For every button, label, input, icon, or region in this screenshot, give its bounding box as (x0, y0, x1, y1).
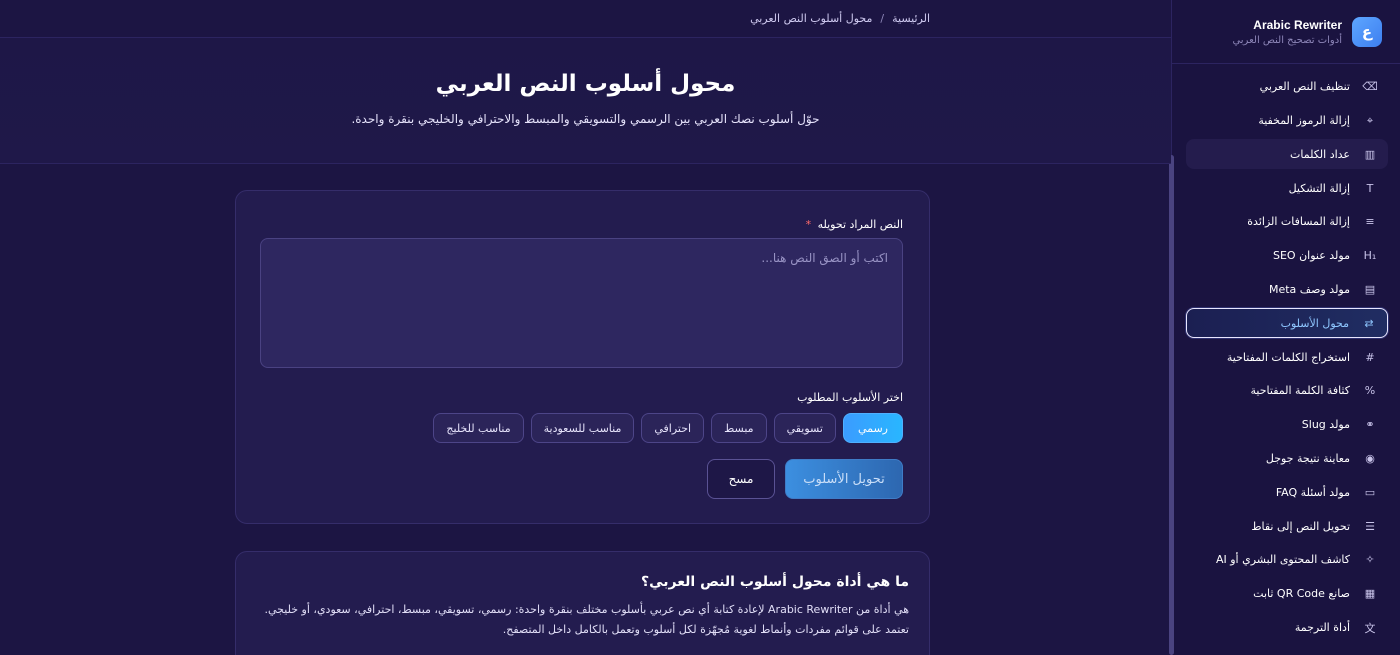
info-card: ما هي أداة محول أسلوب النص العربي؟ هي أد… (235, 551, 930, 655)
type-icon: T (1366, 181, 1374, 195)
style-option-3[interactable]: مبسط (711, 413, 767, 443)
scan-icon: ⌖ (1366, 113, 1374, 127)
sidebar-item-label: كاشف المحتوى البشري أو AI (1215, 553, 1350, 567)
sidebar-item-17[interactable]: 文 أداة الترجمة (1186, 613, 1388, 643)
lines-icon: ≡ (1365, 215, 1375, 229)
sidebar-item-label: أداة الترجمة (1294, 621, 1350, 635)
text-field-label: النص المراد تحويله * (806, 218, 903, 231)
brand-subtitle: أدوات تصحيح النص العربي (1232, 34, 1342, 46)
heading-icon: H₁ (1363, 249, 1377, 263)
brand-name: Arabic Rewriter (1253, 17, 1342, 32)
eye-icon: ◉ (1365, 452, 1375, 466)
sidebar-item-label: إزالة التشكيل (1288, 181, 1350, 195)
percent-icon: % (1364, 384, 1376, 398)
sidebar-item-2[interactable]: ⌖ إزالة الرموز المخفية (1186, 106, 1388, 136)
breadcrumb: الرئيسية / محول أسلوب النص العربي (0, 0, 1171, 38)
sidebar-item-7[interactable]: ▤ مولد وصف Meta (1186, 275, 1388, 305)
breadcrumb-separator: / (880, 12, 885, 25)
sidebar-nav: ⌫ تنظيف النص العربي ⌖ إزالة الرموز المخفية ▥… (1172, 64, 1400, 643)
sidebar-item-label: تحويل النص إلى نقاط (1251, 519, 1350, 533)
sidebar: ع Arabic Rewriter أدوات تصحيح النص العرب… (1171, 0, 1400, 655)
sidebar-item-13[interactable]: ▭ مولد أسئلة FAQ (1186, 477, 1388, 507)
sidebar-item-9[interactable]: # استخراج الكلمات المفتاحية (1186, 342, 1388, 372)
sidebar-item-11[interactable]: ⚭ مولد Slug (1186, 410, 1388, 440)
style-option-2[interactable]: تسويقي (773, 413, 836, 443)
clear-button[interactable]: مسح (707, 459, 775, 499)
style-options: رسمي تسويقي مبسط احترافي مناسب للسعودية مناسب… (433, 413, 903, 443)
page-hero: محول أسلوب النص العربي حوّل أسلوب نصك ال… (0, 38, 1171, 164)
sidebar-item-5[interactable]: ≡ إزالة المسافات الزائدة (1186, 207, 1388, 237)
breadcrumb-home-link[interactable]: الرئيسية (892, 12, 930, 25)
style-option-6[interactable]: مناسب للخليج (433, 413, 524, 443)
message-icon: ▭ (1364, 485, 1376, 499)
sidebar-item-14[interactable]: ☰ تحويل النص إلى نقاط (1186, 511, 1388, 541)
text-field-label-text: النص المراد تحويله (817, 218, 903, 231)
sidebar-item-16[interactable]: ▦ صانع QR Code ثابت (1186, 579, 1388, 609)
sidebar-item-label: كثافة الكلمة المفتاحية (1250, 384, 1350, 398)
sidebar-item-label: إزالة المسافات الزائدة (1247, 215, 1350, 229)
app-root: ع Arabic Rewriter أدوات تصحيح النص العرب… (0, 0, 1400, 655)
sidebar-item-3[interactable]: ▥ عداد الكلمات (1186, 139, 1388, 170)
sidebar-item-label: مولد Slug (1301, 418, 1350, 432)
style-option-4[interactable]: احترافي (641, 413, 705, 443)
bar-chart-icon: ▥ (1364, 147, 1376, 161)
sidebar-item-label: صانع QR Code ثابت (1253, 587, 1350, 601)
page-title: محول أسلوب النص العربي (435, 71, 736, 97)
sidebar-item-6[interactable]: H₁ مولد عنوان SEO (1186, 241, 1388, 271)
brand-logo: ع (1352, 16, 1382, 47)
file-icon: ▤ (1364, 283, 1376, 297)
info-body: هي أداة من Arabic Rewriter لإعادة كتابة … (264, 603, 910, 636)
breadcrumb-current: محول أسلوب النص العربي (750, 12, 873, 25)
sidebar-item-label: تنظيف النص العربي (1259, 80, 1350, 94)
sidebar-item-label: عداد الكلمات (1290, 147, 1350, 161)
style-option-5[interactable]: مناسب للسعودية (530, 413, 635, 443)
repeat-icon: ⇄ (1364, 316, 1374, 330)
link-icon: ⚭ (1365, 418, 1375, 432)
hash-icon: # (1365, 350, 1375, 364)
brand[interactable]: ع Arabic Rewriter أدوات تصحيح النص العرب… (1172, 0, 1400, 64)
info-title: ما هي أداة محول أسلوب النص العربي؟ (641, 574, 909, 590)
convert-style-button[interactable]: تحويل الأسلوب (785, 459, 903, 499)
sidebar-item-10[interactable]: % كثافة الكلمة المفتاحية (1186, 376, 1388, 406)
sidebar-item-label: مولد أسئلة FAQ (1275, 485, 1350, 499)
sidebar-item-label: معاينة نتيجة جوجل (1265, 452, 1350, 466)
translate-icon: 文 (1364, 621, 1376, 635)
converter-form-card: النص المراد تحويله * اختر الأسلوب المطلو… (235, 190, 930, 524)
qr-icon: ▦ (1364, 587, 1376, 601)
sidebar-item-4[interactable]: T إزالة التشكيل (1186, 173, 1388, 203)
sidebar-item-12[interactable]: ◉ معاينة نتيجة جوجل (1186, 444, 1388, 474)
style-select-label: اختر الأسلوب المطلوب (797, 391, 903, 404)
page-subtitle: حوّل أسلوب نصك العربي بين الرسمي والتسوي… (351, 112, 820, 126)
sidebar-item-label: إزالة الرموز المخفية (1258, 114, 1350, 128)
main-content: الرئيسية / محول أسلوب النص العربي محول أ… (0, 0, 1171, 655)
eraser-icon: ⌫ (1362, 80, 1378, 94)
brand-text: Arabic Rewriter أدوات تصحيح النص العربي (1232, 18, 1342, 46)
sidebar-item-label: استخراج الكلمات المفتاحية (1226, 350, 1350, 364)
sidebar-item-1[interactable]: ⌫ تنظيف النص العربي (1186, 72, 1388, 102)
required-mark: * (805, 218, 812, 231)
sidebar-item-label: مولد وصف Meta (1268, 283, 1350, 297)
sparkle-scan-icon: ✧ (1365, 553, 1375, 567)
sidebar-item-8[interactable]: ⇄ محول الأسلوب (1186, 308, 1388, 339)
source-text-input[interactable] (260, 238, 903, 368)
style-option-1[interactable]: رسمي (842, 413, 903, 443)
list-icon: ☰ (1365, 519, 1375, 533)
sidebar-item-15[interactable]: ✧ كاشف المحتوى البشري أو AI (1186, 545, 1388, 575)
sidebar-item-label: مولد عنوان SEO (1273, 249, 1350, 263)
sidebar-item-label: محول الأسلوب (1280, 316, 1349, 330)
